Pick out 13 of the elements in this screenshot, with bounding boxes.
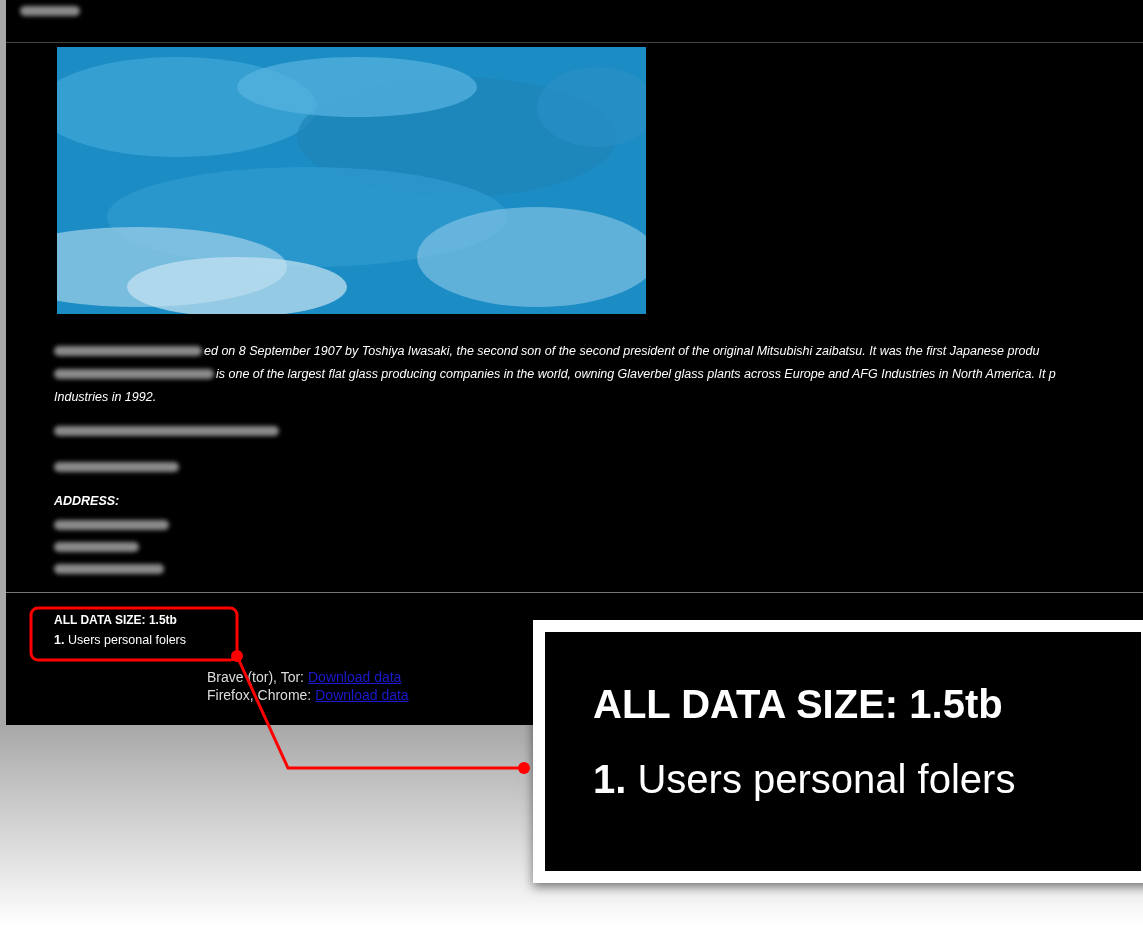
browser-label: Firefox, Chrome: bbox=[207, 687, 312, 703]
list-item: 1. Users personal folers bbox=[593, 757, 1017, 802]
list-item: 1. Users personal folers bbox=[54, 633, 188, 647]
description-text: is one of the largest flat glass producing companies in the world, owning Glaverbel glass plants across Europe and AFG Industries in North America. It p bbox=[216, 366, 1056, 383]
browser-label: Brave (tor), Tor: bbox=[207, 669, 304, 685]
download-link[interactable]: Download data bbox=[315, 687, 409, 703]
download-link[interactable]: Download data bbox=[308, 669, 402, 685]
description-text: ed on 8 September 1907 by Toshiya Iwasaki, the second son of the second president of the original Mitsubishi zaibatsu. It was the first Japanese produ bbox=[204, 343, 1040, 360]
redacted-text bbox=[20, 6, 80, 16]
description-text: Industries in 1992. bbox=[54, 389, 157, 406]
address-label: ADDRESS: bbox=[54, 494, 121, 508]
data-size-text: ALL DATA SIZE: 1.5tb bbox=[593, 682, 1004, 727]
data-size-text: ALL DATA SIZE: 1.5tb bbox=[54, 613, 178, 627]
